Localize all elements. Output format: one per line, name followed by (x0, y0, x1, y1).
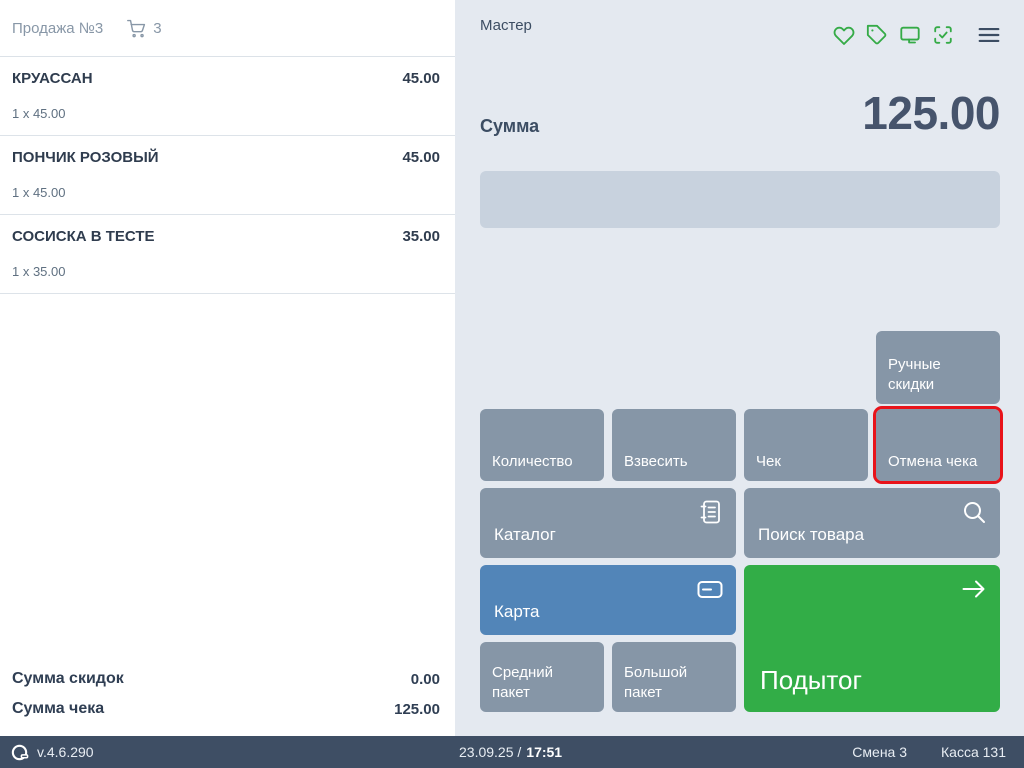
status-bar: v.4.6.290 23.09.25 / 17:51 Смена 3 Касса… (0, 736, 1024, 768)
receipt-label: Чек (756, 452, 781, 472)
discount-total-row: Сумма скидок 0.00 (12, 664, 440, 694)
arrow-right-icon (960, 575, 988, 603)
totals-block: Сумма скидок 0.00 Сумма чека 125.00 (12, 664, 440, 724)
version-block: v.4.6.290 (10, 736, 94, 768)
item-qty-line: 1 x 45.00 (12, 106, 440, 121)
item-name: СОСИСКА В ТЕСТЕ (12, 228, 155, 245)
receipt-total-row: Сумма чека 125.00 (12, 694, 440, 724)
weigh-label: Взвесить (624, 452, 688, 472)
current-user-label: Мастер (480, 17, 532, 34)
receipt-item[interactable]: СОСИСКА В ТЕСТЕ 35.00 1 x 35.00 (0, 215, 455, 294)
item-qty-line: 1 x 45.00 (12, 185, 440, 200)
medium-bag-button[interactable]: Средний пакет (480, 642, 604, 712)
item-name: ПОНЧИК РОЗОВЫЙ (12, 149, 159, 166)
receipt-total-value: 125.00 (394, 701, 440, 718)
discount-total-label: Сумма скидок (12, 670, 124, 688)
cart-count: 3 (153, 20, 161, 37)
cancel-receipt-label: Отмена чека (888, 452, 977, 472)
sum-label: Сумма (480, 116, 539, 137)
item-name: КРУАССАН (12, 70, 93, 87)
register-block: Смена 3 Касса 131 (852, 736, 1006, 768)
search-icon (960, 498, 988, 526)
item-qty-line: 1 x 35.00 (12, 264, 440, 279)
cart-icon (127, 19, 146, 38)
actions-panel: Мастер Сумма 125.00 (455, 0, 1024, 736)
subtotal-label: Подытог (760, 664, 862, 698)
receipt-panel: Продажа №3 3 КРУАССАН 45.00 1 x 45.00 ПО… (0, 0, 455, 736)
scan-icon[interactable] (932, 24, 954, 46)
item-price: 35.00 (402, 228, 440, 245)
quantity-label: Количество (492, 452, 573, 472)
date-text: 23.09.25 / (459, 744, 521, 760)
card-label: Карта (494, 601, 540, 623)
sale-title: Продажа №3 (12, 20, 103, 37)
receipt-total-label: Сумма чека (12, 700, 104, 718)
medium-bag-label: Средний пакет (492, 663, 592, 702)
shift-text: Смена 3 (852, 744, 907, 760)
large-bag-label: Большой пакет (624, 663, 724, 702)
cart-indicator: 3 (127, 19, 161, 38)
time-text: 17:51 (526, 744, 562, 760)
search-product-label: Поиск товара (758, 524, 864, 546)
manual-discounts-button[interactable]: Ручные скидки (876, 331, 1000, 404)
catalog-button[interactable]: Каталог (480, 488, 736, 558)
sum-amount: 125.00 (862, 90, 1000, 136)
heart-icon[interactable] (833, 24, 855, 46)
quantity-button[interactable]: Количество (480, 409, 604, 481)
weigh-button[interactable]: Взвесить (612, 409, 736, 481)
discount-total-value: 0.00 (411, 671, 440, 688)
cancel-receipt-button-highlighted[interactable]: Отмена чека (876, 409, 1000, 481)
app-logo-icon (10, 743, 29, 762)
receipt-button[interactable]: Чек (744, 409, 868, 481)
receipt-item[interactable]: КРУАССАН 45.00 1 x 45.00 (0, 57, 455, 136)
large-bag-button[interactable]: Большой пакет (612, 642, 736, 712)
display-icon[interactable] (899, 24, 921, 46)
tag-icon[interactable] (866, 24, 888, 46)
version-text: v.4.6.290 (37, 744, 94, 760)
item-price: 45.00 (402, 70, 440, 87)
datetime-block: 23.09.25 / 17:51 (459, 736, 562, 768)
search-product-button[interactable]: Поиск товара (744, 488, 1000, 558)
entry-display-field[interactable] (480, 171, 1000, 228)
credit-card-icon (696, 575, 724, 603)
receipt-item[interactable]: ПОНЧИК РОЗОВЫЙ 45.00 1 x 45.00 (0, 136, 455, 215)
catalog-icon (696, 498, 724, 526)
card-payment-button[interactable]: Карта (480, 565, 736, 635)
register-text: Касса 131 (941, 744, 1006, 760)
subtotal-button[interactable]: Подытог (744, 565, 1000, 712)
menu-icon[interactable] (978, 24, 1000, 46)
catalog-label: Каталог (494, 524, 556, 546)
manual-discounts-label: Ручные скидки (888, 355, 988, 394)
item-price: 45.00 (402, 149, 440, 166)
header-icons (833, 24, 1000, 46)
pos-app: Продажа №3 3 КРУАССАН 45.00 1 x 45.00 ПО… (0, 0, 1024, 768)
sale-header: Продажа №3 3 (0, 0, 455, 57)
